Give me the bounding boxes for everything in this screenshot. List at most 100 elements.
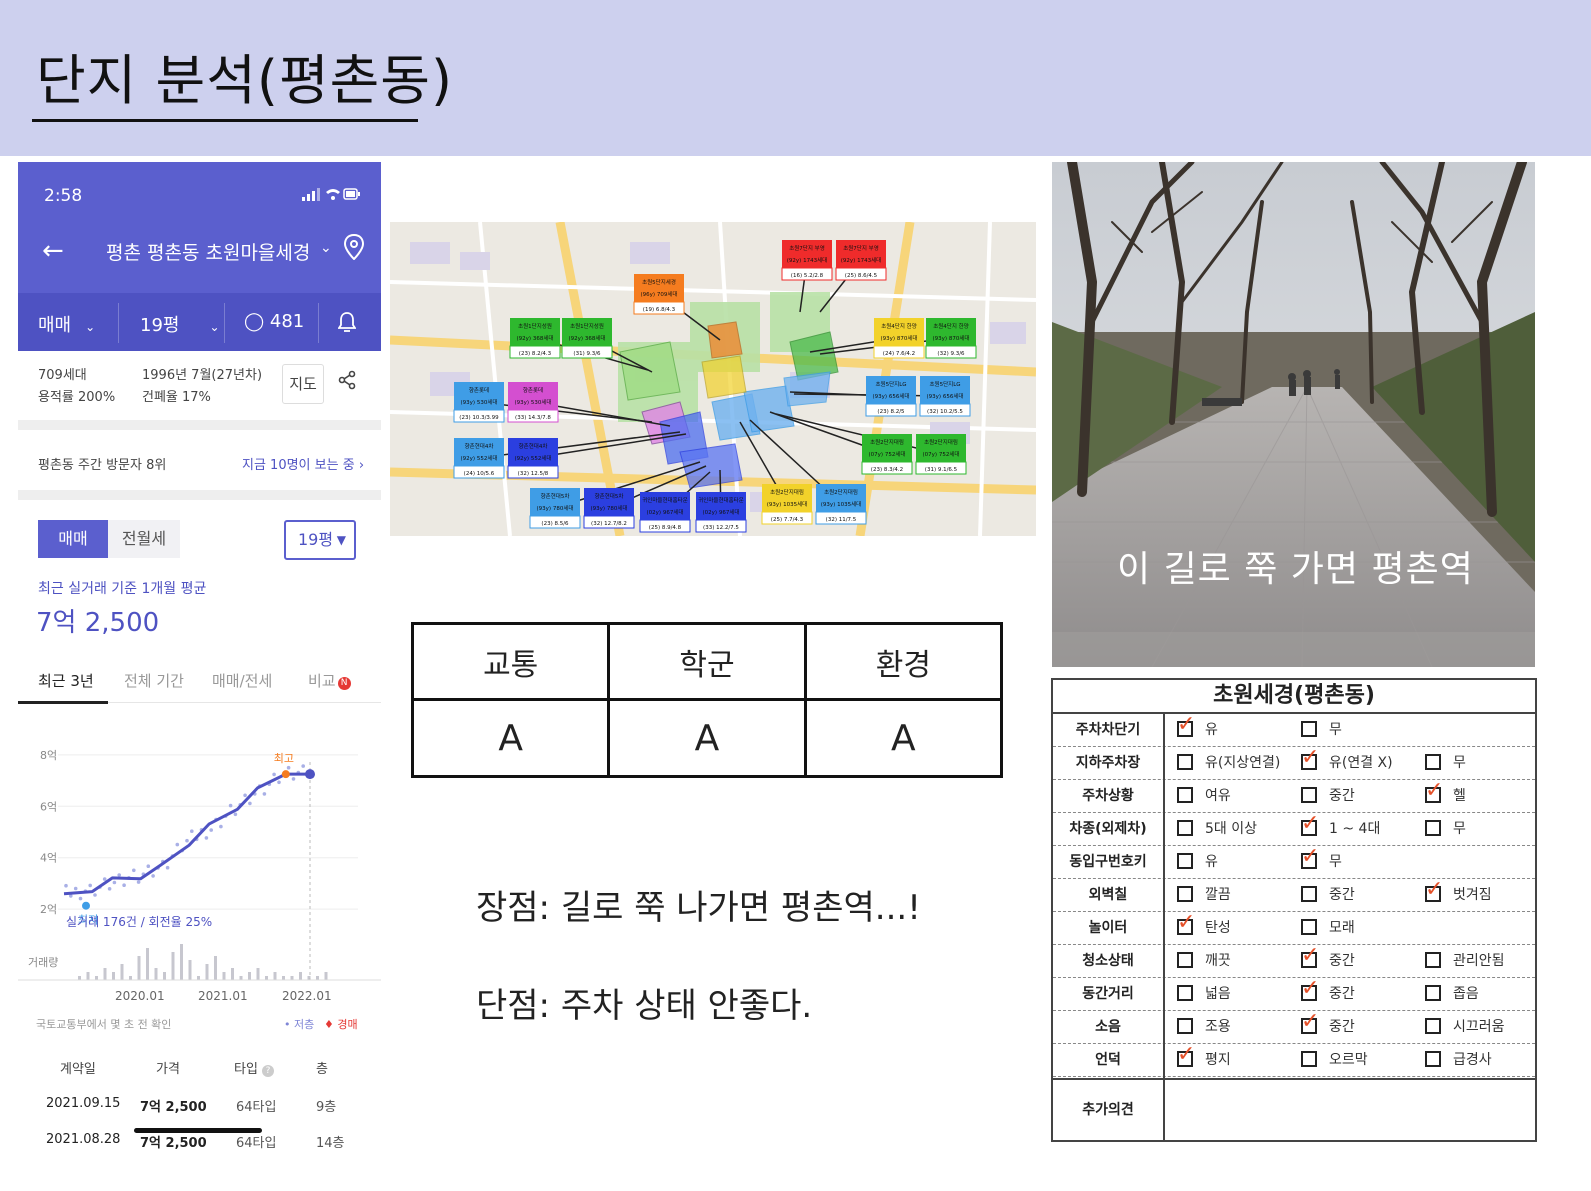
complex-label-name: 귀인마을현대홈타운	[642, 496, 688, 504]
checklist-option[interactable]: 모래	[1301, 919, 1355, 937]
checklist-option[interactable]: 관리안됨	[1425, 952, 1505, 970]
checkbox[interactable]	[1177, 886, 1193, 902]
signal-wifi-battery-icon	[302, 188, 360, 201]
complex-label-size: (32) 10.2/5.5	[927, 409, 963, 415]
divider	[318, 303, 319, 343]
tab-compare[interactable]: 비교 N	[308, 670, 351, 691]
checklist-option[interactable]: 깨끗	[1177, 952, 1231, 970]
checklist-option[interactable]: 탄성	[1177, 911, 1231, 937]
tab-recent-3y[interactable]: 최근 3년	[38, 670, 94, 691]
max-point	[281, 770, 290, 779]
status-time: 2:58	[44, 186, 83, 206]
checkbox[interactable]	[1301, 1051, 1317, 1067]
trade-point	[190, 829, 194, 833]
checkbox-checked[interactable]	[1177, 911, 1195, 935]
checkbox[interactable]	[1177, 754, 1193, 770]
location-pin-icon[interactable]	[343, 233, 365, 266]
checklist-option[interactable]: 넓음	[1177, 985, 1231, 1003]
checklist-option[interactable]: 헬	[1425, 779, 1466, 805]
checklist-option[interactable]: 급경사	[1425, 1051, 1492, 1069]
checkbox-checked[interactable]	[1301, 812, 1319, 836]
checklist-option[interactable]: 유	[1177, 853, 1218, 871]
checkbox-checked[interactable]	[1301, 1010, 1319, 1034]
map-canvas: 초원7단지 부영(92y) 1743세대(16) 5.2/2.8초원7단지 부영…	[390, 222, 1036, 536]
segment-sale[interactable]: 매매	[38, 520, 108, 558]
checkbox-checked[interactable]	[1301, 746, 1319, 770]
back-arrow-icon[interactable]: ←	[42, 236, 64, 266]
trade-point	[132, 868, 136, 873]
trade-type-filter[interactable]: 매매 ⌄	[38, 311, 95, 337]
max-label: 최고	[274, 752, 294, 765]
checkbox[interactable]	[1177, 952, 1193, 968]
checklist-option[interactable]: 5대 이상	[1177, 820, 1257, 838]
checklist-option[interactable]: 1 ~ 4대	[1301, 812, 1380, 838]
checklist-option[interactable]: 시끄러움	[1425, 1018, 1505, 1036]
checkbox-checked[interactable]	[1425, 779, 1443, 803]
checkbox[interactable]	[1425, 754, 1441, 770]
checklist-option[interactable]: 유(지상연결)	[1177, 754, 1280, 772]
checkbox-checked[interactable]	[1177, 713, 1195, 737]
checkbox[interactable]	[1177, 1018, 1193, 1034]
checklist-option-label: 평지	[1205, 1052, 1231, 1068]
checklist-option[interactable]: 오르막	[1301, 1051, 1368, 1069]
checkbox-checked[interactable]	[1177, 1043, 1195, 1067]
checklist-option[interactable]: 벗겨짐	[1425, 878, 1492, 904]
tab-all-period[interactable]: 전체 기간	[124, 670, 184, 691]
checklist-option[interactable]: 중간	[1301, 787, 1355, 805]
segment-rent[interactable]: 전월세	[108, 520, 180, 558]
bell-icon[interactable]	[337, 311, 357, 338]
checklist-option[interactable]: 중간	[1301, 1010, 1355, 1036]
checklist-option[interactable]: 평지	[1177, 1043, 1231, 1069]
checklist-option[interactable]: 무	[1425, 820, 1466, 838]
checkbox-checked[interactable]	[1301, 944, 1319, 968]
checklist-option[interactable]: 유(연결 X)	[1301, 746, 1393, 772]
checkbox[interactable]	[1425, 952, 1441, 968]
tab-sale-jeonse[interactable]: 매매/전세	[212, 670, 272, 691]
checklist-option[interactable]: 좁음	[1425, 985, 1479, 1003]
trade-point	[107, 887, 112, 891]
share-icon[interactable]	[338, 370, 356, 395]
complex-label-name: 초원7단지 부영	[789, 244, 825, 252]
complex-label-size: (25) 8.6/4.5	[845, 273, 878, 279]
checkbox-checked[interactable]	[1425, 878, 1443, 902]
checkbox-checked[interactable]	[1301, 977, 1319, 1001]
checklist-option[interactable]: 무	[1301, 721, 1342, 739]
checkbox[interactable]	[1177, 820, 1193, 836]
checkbox[interactable]	[1425, 985, 1441, 1001]
trade-point	[301, 764, 306, 768]
complex-label: 향촌롯데 (93y) 530세대 (23) 10.3/3.99	[453, 382, 505, 423]
checkbox[interactable]	[1301, 721, 1317, 737]
comments-button[interactable]: ◯ 481	[244, 311, 304, 332]
trade-point	[88, 883, 92, 888]
checklist-option[interactable]: 유	[1177, 713, 1218, 739]
checkbox[interactable]	[1425, 820, 1441, 836]
checkbox[interactable]	[1301, 886, 1317, 902]
size-filter[interactable]: 19평 ⌄	[140, 311, 220, 337]
checklist-option[interactable]: 중간	[1301, 886, 1355, 904]
checklist-option[interactable]: 여유	[1177, 787, 1231, 805]
size-dropdown[interactable]: 19평 ▼	[284, 520, 356, 560]
checklist-option[interactable]: 깔끔	[1177, 886, 1231, 904]
chevron-down-icon[interactable]: ⌄	[320, 240, 332, 256]
checkbox[interactable]	[1177, 787, 1193, 803]
complex-label: 초원2단지대림 (93y) 1035세대 (25) 7.7/4.3	[761, 484, 813, 525]
checkbox[interactable]	[1177, 853, 1193, 869]
viewers-link[interactable]: 지금 10명이 보는 중 ›	[242, 454, 364, 473]
checklist-option[interactable]: 조용	[1177, 1018, 1231, 1036]
map-button[interactable]: 지도	[282, 364, 324, 404]
checklist-option[interactable]: 무	[1301, 845, 1342, 871]
checklist-option[interactable]: 중간	[1301, 944, 1355, 970]
latest-point[interactable]	[305, 769, 315, 780]
checkbox[interactable]	[1425, 1051, 1441, 1067]
trade-point	[243, 793, 247, 798]
checkbox[interactable]	[1425, 1018, 1441, 1034]
help-icon[interactable]: ?	[262, 1065, 275, 1077]
checkbox[interactable]	[1177, 985, 1193, 1001]
checklist-option[interactable]: 무	[1425, 754, 1466, 772]
checklist-option[interactable]: 중간	[1301, 977, 1355, 1003]
checkbox-checked[interactable]	[1301, 845, 1319, 869]
trade-floor: 9층	[316, 1100, 337, 1115]
checkbox[interactable]	[1301, 787, 1317, 803]
checkbox[interactable]	[1301, 919, 1317, 935]
complex-title[interactable]: 평촌 평촌동 초원마을세경	[106, 238, 310, 265]
